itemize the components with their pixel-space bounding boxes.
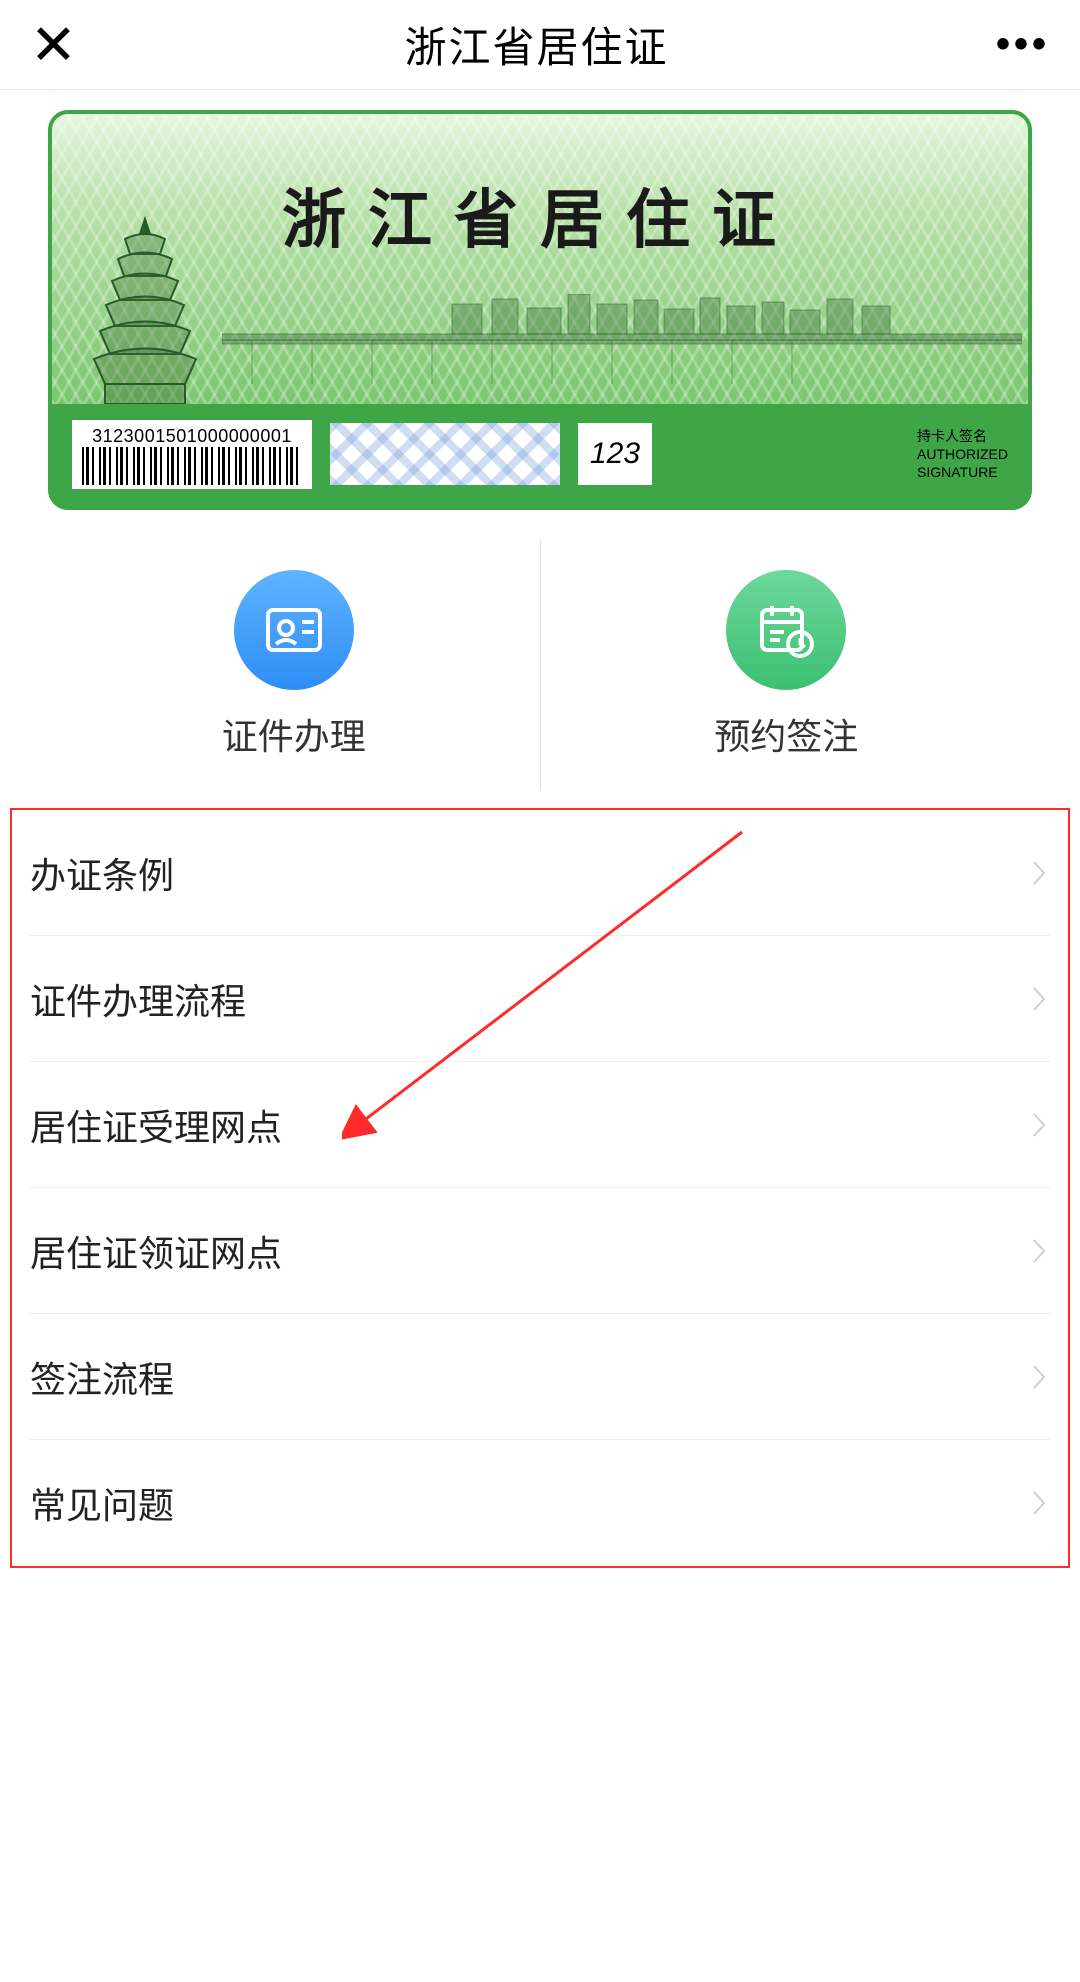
more-icon[interactable]: ••• [996,22,1050,67]
barcode-stripes [82,447,302,485]
residence-card: 浙江省居住证 [48,110,1032,510]
hologram-strip [330,423,560,485]
sig-line-cn: 持卡人签名 [917,427,1008,445]
action-endorse-label: 预约签注 [714,708,858,760]
chevron-right-icon [1030,1488,1050,1518]
menu-label: 居住证受理网点 [30,1099,282,1151]
chevron-right-icon [1030,1362,1050,1392]
menu-label: 签注流程 [30,1351,174,1403]
sig-line-en1: AUTHORIZED [917,445,1008,463]
barcode-number: 3123001501000000001 [82,426,302,447]
page-title: 浙江省居住证 [404,14,668,75]
menu-item-endorse-process[interactable]: 签注流程 [30,1314,1050,1440]
menu-item-accept-points[interactable]: 居住证受理网点 [30,1062,1050,1188]
action-endorse[interactable]: 预约签注 [540,540,1033,790]
sig-line-en2: SIGNATURE [917,463,1008,481]
pagoda-icon [70,214,220,404]
menu-item-regulations[interactable]: 办证条例 [30,810,1050,936]
menu-list: 办证条例 证件办理流程 居住证受理网点 居住证领证网点 签注流程 常见问题 [10,808,1070,1568]
titlebar: ✕ 浙江省居住证 ••• [0,0,1080,90]
menu-label: 常见问题 [30,1477,174,1529]
menu-label: 证件办理流程 [30,973,246,1025]
card-area: 浙江省居住证 [0,90,1080,510]
menu-label: 办证条例 [30,847,174,899]
cvv-box: 123 [578,423,652,485]
menu-item-faq[interactable]: 常见问题 [30,1440,1050,1566]
menu-item-collect-points[interactable]: 居住证领证网点 [30,1188,1050,1314]
skyline-icon [222,294,1022,384]
barcode: 3123001501000000001 [72,420,312,489]
signature-label: 持卡人签名 AUTHORIZED SIGNATURE [917,427,1008,482]
action-apply[interactable]: 证件办理 [48,540,540,790]
calendar-clock-icon [726,570,846,690]
id-card-icon [234,570,354,690]
close-icon[interactable]: ✕ [30,17,77,73]
menu-label: 居住证领证网点 [30,1225,282,1277]
menu-item-process[interactable]: 证件办理流程 [30,936,1050,1062]
action-apply-label: 证件办理 [222,708,366,760]
chevron-right-icon [1030,858,1050,888]
card-upper: 浙江省居住证 [52,114,1028,404]
chevron-right-icon [1030,1110,1050,1140]
card-lower: 3123001501000000001 123 持卡人签名 AUTHORIZED… [52,404,1028,504]
action-row: 证件办理 预约签注 [48,540,1032,790]
chevron-right-icon [1030,1236,1050,1266]
chevron-right-icon [1030,984,1050,1014]
